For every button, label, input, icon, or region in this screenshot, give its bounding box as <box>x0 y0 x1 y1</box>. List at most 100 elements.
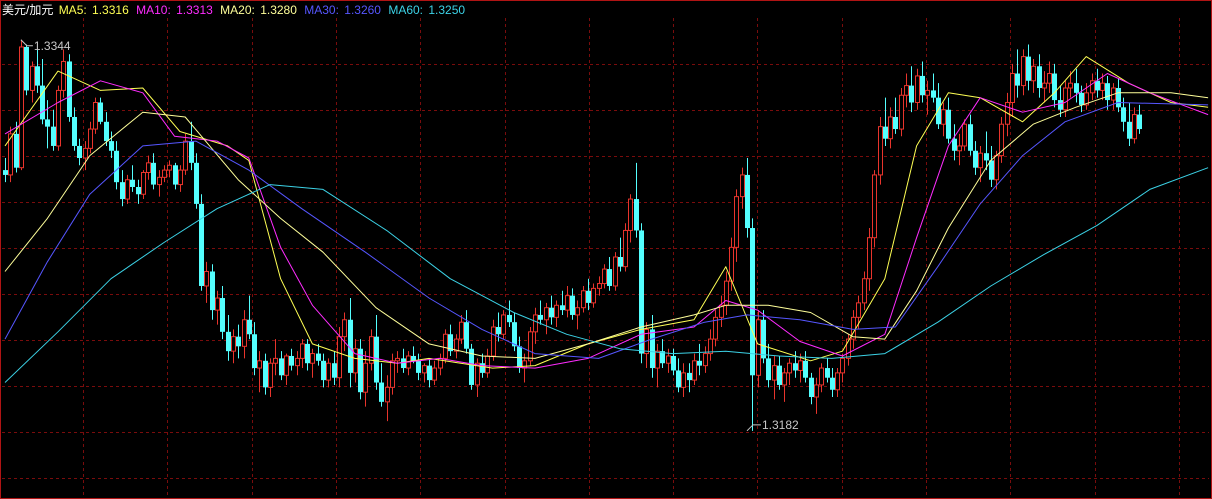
candle-81 <box>432 360 437 385</box>
candle-182 <box>968 114 973 156</box>
candle-body-210 <box>1116 88 1121 108</box>
candle-body-98 <box>522 360 527 369</box>
candle-body-11 <box>61 60 66 91</box>
candle-3 <box>19 39 24 171</box>
candle-body-207 <box>1100 82 1105 91</box>
candle-body-131 <box>697 360 702 366</box>
candle-body-166 <box>883 126 888 139</box>
candle-body-170 <box>904 85 909 96</box>
candle-body-126 <box>671 355 676 371</box>
candle-127 <box>676 358 681 393</box>
candle-85 <box>454 334 459 359</box>
candle-26 <box>141 170 146 200</box>
candle-115 <box>613 252 618 291</box>
candle-body-119 <box>634 199 639 231</box>
legend-item-ma30: MA30: 1.3260 <box>304 3 386 17</box>
candle-21 <box>114 141 119 190</box>
candle-body-44 <box>236 336 241 347</box>
candle-213 <box>1132 107 1137 144</box>
candle-183 <box>973 141 978 175</box>
candle-body-49 <box>263 360 268 388</box>
candle-body-193 <box>1026 56 1031 81</box>
candle-162 <box>862 271 867 311</box>
candle-body-12 <box>67 61 72 117</box>
candle-body-16 <box>88 128 93 149</box>
candle-body-183 <box>973 150 978 168</box>
legend-item-ma20: MA20: 1.3280 <box>220 3 302 17</box>
candle-body-59 <box>316 353 321 361</box>
high-price-label: 1.3344 <box>33 38 71 53</box>
candle-body-214 <box>1137 114 1142 130</box>
candle-body-201 <box>1068 82 1073 89</box>
candle-body-0 <box>3 170 8 175</box>
candle-body-17 <box>93 101 98 130</box>
candle-body-64 <box>342 319 347 338</box>
candle-4 <box>24 44 29 96</box>
candle-body-187 <box>994 155 999 181</box>
candle-16 <box>88 121 93 154</box>
candle-body-151 <box>803 360 808 378</box>
candle-167 <box>888 107 893 149</box>
candle-body-181 <box>962 123 967 147</box>
candle-body-37 <box>199 203 204 286</box>
candle-body-142 <box>756 319 761 376</box>
candle-75 <box>401 348 406 373</box>
candle-body-158 <box>840 357 845 374</box>
candle-body-199 <box>1058 100 1063 110</box>
candle-72 <box>385 375 390 422</box>
candle-body-32 <box>173 165 178 185</box>
candle-71 <box>379 363 384 407</box>
candle-39 <box>210 264 215 320</box>
candle-87 <box>464 310 469 354</box>
candle-51 <box>273 339 278 376</box>
low-price-label: 1.3182 <box>762 417 799 432</box>
candle-body-110 <box>586 290 591 303</box>
candle-body-43 <box>231 336 236 352</box>
candle-body-213 <box>1132 114 1137 140</box>
candle-84 <box>448 324 453 356</box>
candle-body-140 <box>745 174 750 229</box>
candle-body-154 <box>819 367 824 386</box>
candle-24 <box>130 165 135 192</box>
candle-body-72 <box>385 386 390 403</box>
candle-body-185 <box>984 153 989 161</box>
candle-body-113 <box>602 268 607 285</box>
candle-36 <box>194 153 199 209</box>
candle-0 <box>3 158 8 183</box>
candle-body-159 <box>846 338 851 359</box>
candle-body-211 <box>1121 107 1126 122</box>
candle-body-31 <box>167 164 172 171</box>
candle-body-155 <box>825 368 830 378</box>
candle-86 <box>459 314 464 344</box>
candle-body-106 <box>565 295 570 311</box>
candle-body-6 <box>35 66 40 86</box>
candle-body-114 <box>607 269 612 286</box>
candle-body-200 <box>1063 87 1068 111</box>
candle-180 <box>957 133 962 166</box>
candle-body-80 <box>427 365 432 381</box>
candle-body-22 <box>120 182 125 200</box>
candle-49 <box>263 353 268 395</box>
candle-body-165 <box>878 126 883 176</box>
candle-body-79 <box>422 365 427 374</box>
candle-172 <box>915 68 920 110</box>
candle-body-87 <box>464 322 469 349</box>
candle-body-57 <box>305 343 310 364</box>
candle-body-95 <box>507 314 512 323</box>
candle-214 <box>1137 104 1142 134</box>
candle-80 <box>427 358 432 388</box>
candle-body-180 <box>957 145 962 152</box>
candle-body-27 <box>146 162 151 174</box>
candle-body-42 <box>226 331 231 352</box>
candle-23 <box>125 174 130 204</box>
candle-171 <box>909 66 914 113</box>
candle-136 <box>724 271 729 315</box>
low-leader-line <box>746 424 761 432</box>
candle-54 <box>289 348 294 371</box>
candle-166 <box>883 97 888 146</box>
candle-body-178 <box>946 109 951 139</box>
candle-168 <box>893 97 898 134</box>
candle-body-129 <box>687 372 692 381</box>
candle-142 <box>756 310 761 388</box>
candle-body-138 <box>734 196 739 248</box>
